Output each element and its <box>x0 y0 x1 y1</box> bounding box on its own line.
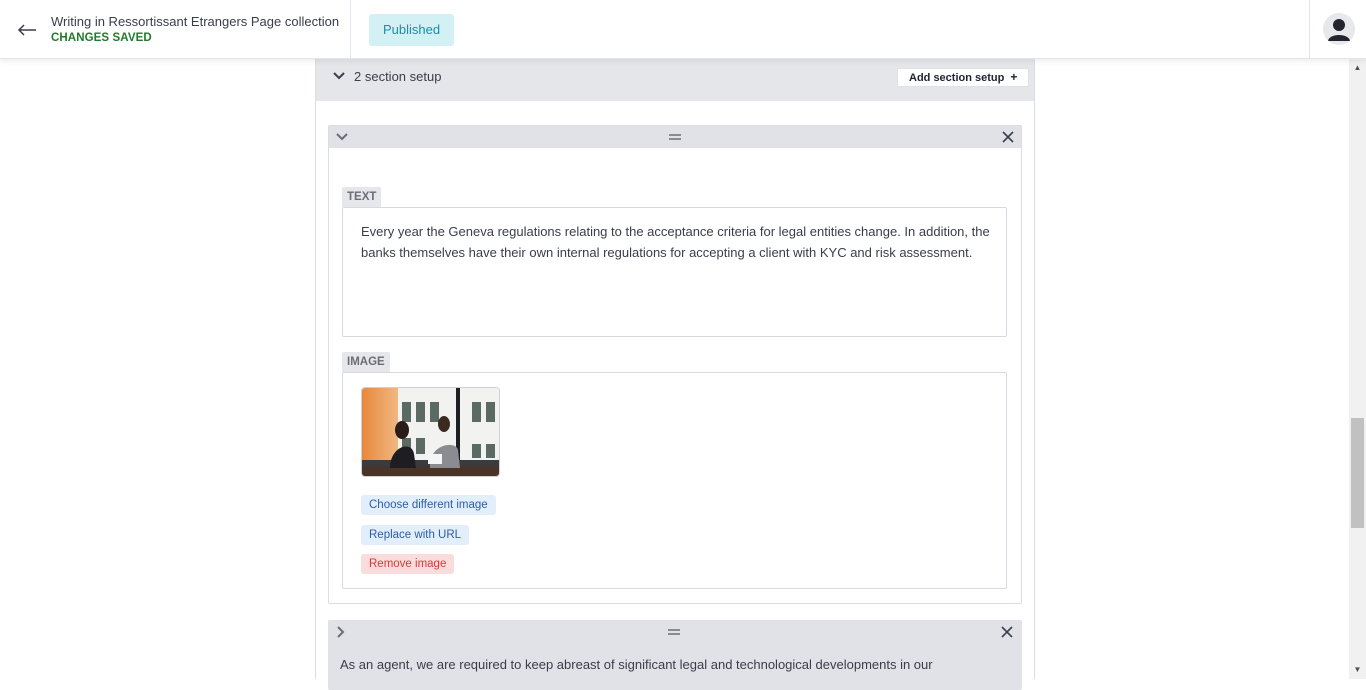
close-icon[interactable] <box>1001 130 1015 144</box>
drag-handle-icon[interactable] <box>668 133 682 141</box>
text-field-label: TEXT <box>342 187 382 207</box>
choose-different-image-button[interactable]: Choose different image <box>361 495 496 515</box>
document-title: Writing in Ressortissant Etrangers Page … <box>51 14 340 29</box>
header-divider <box>350 0 351 59</box>
remove-image-button[interactable]: Remove image <box>361 554 455 574</box>
add-section-setup-button[interactable]: Add section setup + <box>897 68 1030 87</box>
back-button[interactable] <box>14 17 40 43</box>
section-header[interactable]: 2 section setup Add section setup + <box>316 59 1034 101</box>
block-header <box>329 126 1021 148</box>
block-preview-text: As an agent, we are required to keep abr… <box>340 657 933 672</box>
status-badge[interactable]: Published <box>369 14 455 46</box>
replace-with-url-button[interactable]: Replace with URL <box>361 525 470 545</box>
chevron-down-icon[interactable] <box>335 130 349 144</box>
text-field-content[interactable]: Every year the Geneva regulations relati… <box>361 222 991 263</box>
editor-panel: 2 section setup Add section setup + TEXT … <box>315 59 1035 690</box>
office-photo-image <box>362 388 499 476</box>
chevron-right-icon[interactable] <box>334 625 348 639</box>
title-block: Writing in Ressortissant Etrangers Page … <box>51 14 339 44</box>
text-field[interactable]: Every year the Geneva regulations relati… <box>342 207 1007 337</box>
section-title: 2 section setup <box>354 69 442 84</box>
add-section-label: Add section setup <box>909 72 1005 84</box>
image-field: Choose different image Replace with URL … <box>342 372 1007 589</box>
top-bar: Writing in Ressortissant Etrangers Page … <box>0 0 1366 59</box>
image-field-label: IMAGE <box>342 352 390 372</box>
avatar[interactable] <box>1323 13 1355 45</box>
scrollbar-track[interactable] <box>1349 59 1366 679</box>
user-avatar-icon <box>1328 19 1350 41</box>
chevron-down-icon[interactable] <box>332 69 346 83</box>
drag-handle-icon[interactable] <box>667 628 681 636</box>
close-icon[interactable] <box>1000 625 1014 639</box>
content-block: TEXT Every year the Geneva regulations r… <box>328 125 1022 604</box>
scrollbar-thumb[interactable] <box>1351 418 1364 528</box>
arrow-left-icon <box>17 24 36 36</box>
header-divider-right <box>1309 0 1310 59</box>
scroll-up-arrow-icon[interactable]: ▲ <box>1349 61 1366 75</box>
image-thumbnail[interactable] <box>361 387 500 477</box>
save-status: CHANGES SAVED <box>51 32 152 44</box>
plus-icon: + <box>1010 70 1018 84</box>
scroll-down-arrow-icon[interactable]: ▼ <box>1349 663 1366 677</box>
content-block-collapsed: As an agent, we are required to keep abr… <box>328 620 1022 690</box>
